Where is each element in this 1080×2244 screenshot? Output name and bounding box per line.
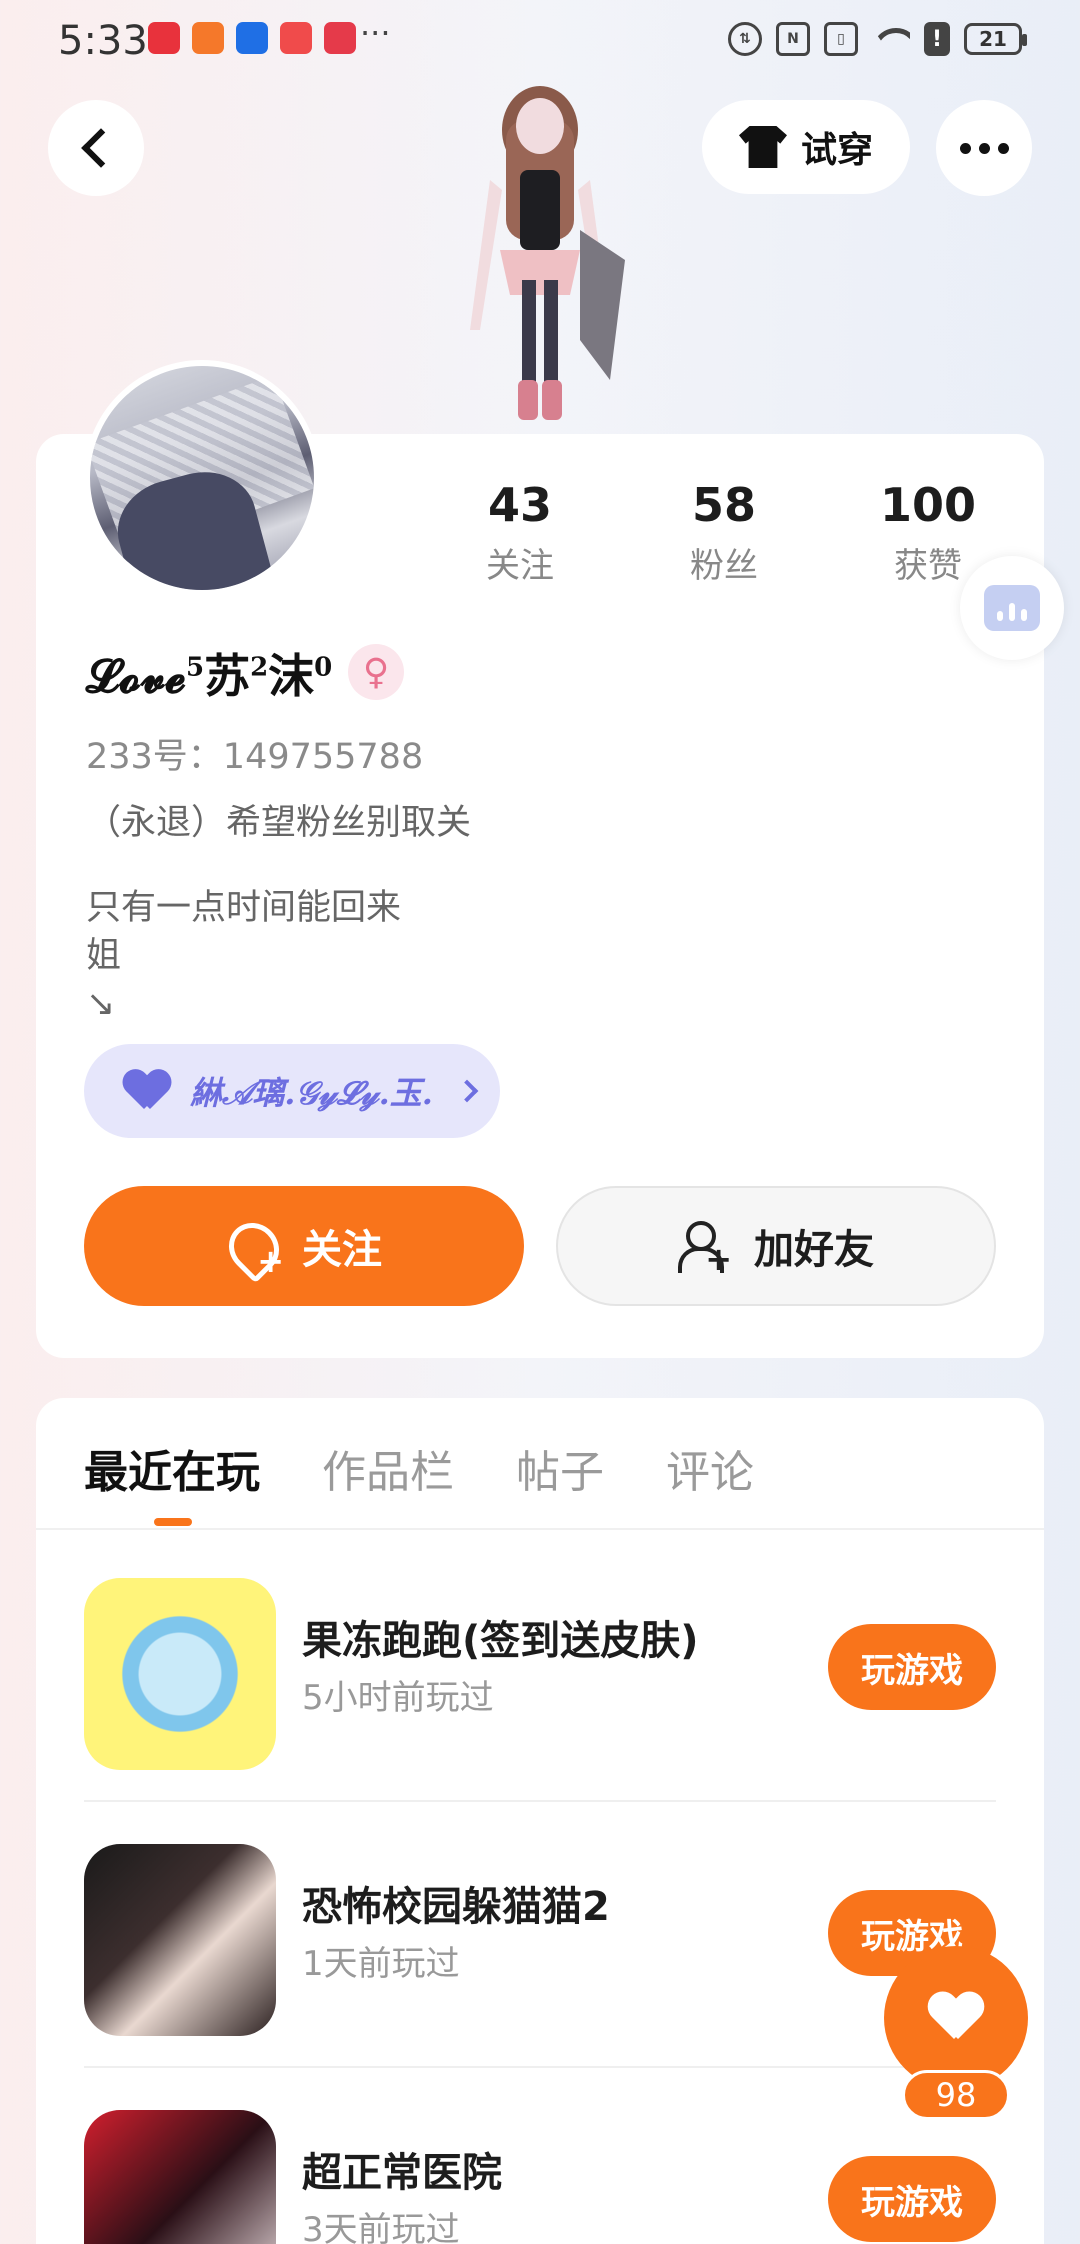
- more-dot-icon: [978, 142, 990, 154]
- profile-tabs: 最近在玩 作品栏 帖子 评论: [84, 1436, 816, 1516]
- character-figure: [470, 86, 625, 420]
- more-dot-icon: [959, 142, 971, 154]
- status-indicators: ⇅ N ▯ ! 21: [728, 22, 1027, 56]
- nickname-superscript: 0: [314, 652, 333, 683]
- data-saver-icon: ⇅: [728, 22, 762, 56]
- follow-label: 关注: [302, 1227, 382, 1273]
- like-count-badge: 98: [902, 2070, 1010, 2120]
- game-list-item[interactable]: 超正常医院 3天前玩过 玩游戏: [84, 2068, 996, 2244]
- play-game-button[interactable]: 玩游戏: [828, 1624, 996, 1710]
- add-friend-label: 加好友: [754, 1227, 874, 1273]
- add-person-icon: +: [678, 1221, 732, 1275]
- game-title: 恐怖校园躲猫猫2: [302, 1884, 610, 1930]
- notification-app-icon: [148, 22, 180, 54]
- status-more-icon: ···: [360, 14, 391, 52]
- tab-comments[interactable]: 评论: [666, 1436, 754, 1516]
- notification-app-icon: [192, 22, 224, 54]
- game-title: 果冻跑跑(签到送皮肤): [302, 1618, 699, 1664]
- status-time: 5:33: [58, 18, 148, 64]
- status-app-icons: [148, 22, 356, 54]
- stat-followers[interactable]: 58 粉丝: [644, 478, 804, 587]
- play-game-button[interactable]: 玩游戏: [828, 2156, 996, 2242]
- wifi-icon: [872, 24, 910, 54]
- notification-app-icon: [280, 22, 312, 54]
- vibrate-icon: ▯: [824, 22, 858, 56]
- heart-icon: [928, 1993, 984, 2043]
- game-icon: [84, 1844, 276, 2036]
- nickname-part: 沫: [268, 649, 315, 703]
- divider: [36, 1528, 1044, 1530]
- nfc-icon: N: [776, 22, 810, 56]
- stat-following[interactable]: 43 关注: [440, 478, 600, 587]
- back-button[interactable]: [48, 100, 144, 196]
- try-on-button[interactable]: 试穿: [702, 100, 910, 194]
- nickname-prefix: 𝓛𝓸𝓿𝓮: [86, 649, 186, 703]
- follow-button[interactable]: 关注: [84, 1186, 524, 1306]
- game-last-played: 3天前玩过: [302, 2210, 460, 2244]
- user-id[interactable]: 233号：149755788: [86, 728, 423, 779]
- female-gender-icon: ♀: [348, 644, 404, 700]
- chat-float-button[interactable]: [960, 556, 1064, 660]
- active-tab-indicator: [154, 1518, 192, 1526]
- avatar[interactable]: [84, 360, 320, 596]
- game-icon: [84, 1578, 276, 1770]
- heart-plus-icon: [226, 1222, 284, 1280]
- chevron-left-icon: [81, 128, 121, 168]
- intimacy-badge[interactable]: 綝𝒜璃.𝒢𝓎𝓛𝓎.玉.: [84, 1044, 500, 1138]
- game-last-played: 5小时前玩过: [302, 1678, 494, 1718]
- intimacy-label: 綝𝒜璃.𝒢𝓎𝓛𝓎.玉.: [190, 1074, 433, 1112]
- bio-line: （永退）希望粉丝别取关: [86, 803, 472, 843]
- notification-app-icon: [236, 22, 268, 54]
- alert-icon: !: [924, 22, 950, 56]
- game-icon: [84, 2110, 276, 2244]
- more-dot-icon: [997, 142, 1009, 154]
- nickname-superscript: 5: [185, 652, 205, 683]
- chat-bubble-icon: [984, 585, 1040, 631]
- game-title: 超正常医院: [302, 2150, 502, 2196]
- notification-app-icon: [324, 22, 356, 54]
- more-options-button[interactable]: [936, 100, 1032, 196]
- heart-icon: [124, 1071, 170, 1111]
- nickname-part: 苏: [204, 649, 251, 703]
- stat-label: 关注: [486, 546, 554, 586]
- game-last-played: 1天前玩过: [302, 1944, 460, 1984]
- status-bar: 5:33 ··· ⇅ N ▯ ! 21: [0, 0, 1080, 80]
- tab-posts[interactable]: 帖子: [516, 1436, 604, 1516]
- try-on-label: 试穿: [800, 130, 873, 171]
- nickname-superscript: 2: [250, 652, 269, 683]
- chevron-right-icon: [455, 1079, 479, 1103]
- like-float-button[interactable]: [884, 1946, 1028, 2090]
- game-list-item[interactable]: 恐怖校园躲猫猫2 1天前玩过 玩游戏: [84, 1802, 996, 2068]
- stat-value: 100: [879, 478, 977, 532]
- stat-label: 粉丝: [690, 546, 758, 586]
- shirt-icon: [738, 126, 787, 168]
- bio-text: 只有一点时间能回来 姐 ↘: [86, 888, 402, 1024]
- tab-recently-played[interactable]: 最近在玩: [84, 1436, 260, 1516]
- nickname: 𝓛𝓸𝓿𝓮5苏2沫0: [86, 640, 332, 706]
- game-list-item[interactable]: 果冻跑跑(签到送皮肤) 5小时前玩过 玩游戏: [84, 1536, 996, 1802]
- tab-works[interactable]: 作品栏: [322, 1436, 454, 1516]
- battery-icon: 21: [964, 23, 1027, 55]
- add-friend-button[interactable]: + 加好友: [556, 1186, 996, 1306]
- stat-value: 43: [487, 478, 552, 532]
- stat-value: 58: [691, 478, 756, 532]
- profile-stats: 43 关注 58 粉丝 100 获赞: [440, 478, 1040, 598]
